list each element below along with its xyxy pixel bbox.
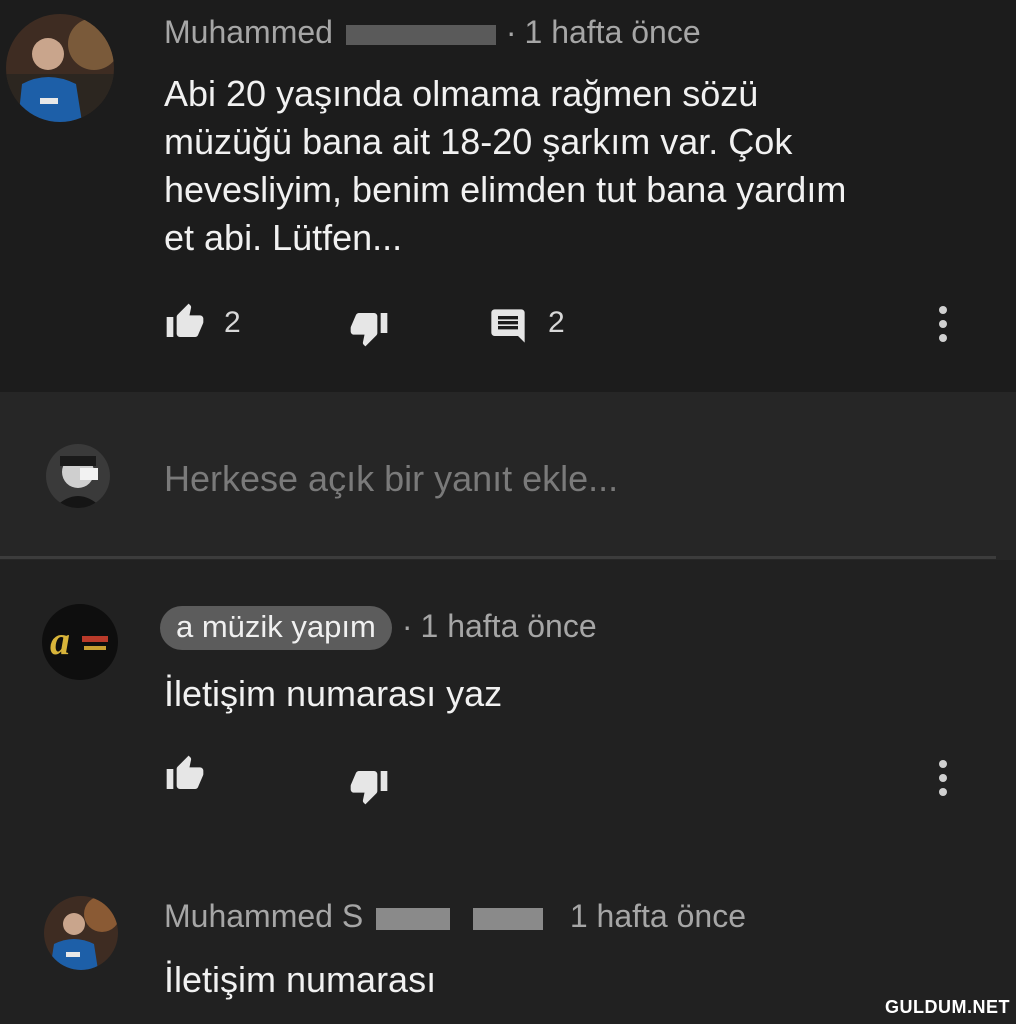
thumbs-down-icon: [350, 313, 388, 347]
thumbs-up-icon: [166, 755, 204, 789]
comment-meta: Muhammed · 1 hafta önce: [164, 14, 701, 51]
redacted-name: [472, 907, 543, 930]
section-divider: [0, 556, 996, 559]
comment-text-line: Abi 20 yaşında olmama rağmen sözü: [164, 73, 759, 114]
comment-author-name[interactable]: Muhammed: [164, 14, 333, 50]
comment-text-line: et abi. Lütfen...: [164, 217, 403, 258]
reply-author-avatar[interactable]: a: [42, 604, 118, 680]
meta-separator-dot: ·: [401, 608, 413, 644]
channel-logo-icon: a: [42, 604, 118, 680]
thumbs-down-icon: [350, 771, 388, 805]
reply-text: İletişim numarası yaz: [164, 673, 503, 714]
meta-separator-dot: ·: [505, 14, 517, 50]
meta-separator-dot: [553, 898, 562, 934]
dislike-button[interactable]: [346, 308, 394, 352]
redacted-name: [345, 24, 496, 45]
reply-input[interactable]: Herkese açık bir yanıt ekle...: [164, 458, 618, 500]
comment-time[interactable]: 1 hafta önce: [525, 14, 701, 50]
redacted-name: [376, 907, 451, 930]
reply-text: İletişim numarası: [164, 959, 437, 1000]
like-count: 2: [224, 306, 241, 339]
dislike-button[interactable]: [346, 766, 394, 810]
avatar-image: [6, 14, 114, 122]
comment-more-button[interactable]: [936, 306, 950, 350]
avatar-image: [46, 444, 110, 508]
thumbs-up-icon: [166, 303, 204, 337]
comment-icon: [491, 309, 525, 343]
comment-text: Abi 20 yaşında olmama rağmen sözü müzüğü…: [164, 70, 846, 262]
svg-text:a: a: [50, 618, 70, 663]
more-vert-icon: [936, 760, 950, 796]
reply-more-button[interactable]: [936, 760, 950, 804]
reply-time[interactable]: 1 hafta önce: [421, 608, 597, 644]
reply-meta: a müzik yapım · 1 hafta önce: [160, 606, 597, 650]
reply-author-chip[interactable]: a müzik yapım: [160, 606, 392, 650]
more-vert-icon: [936, 306, 950, 342]
reply-author-avatar[interactable]: [44, 896, 118, 970]
like-button[interactable]: [162, 754, 210, 798]
reply-count-button[interactable]: [486, 306, 534, 350]
reply-count: 2: [548, 306, 565, 339]
comment-text-line: hevesliyim, benim elimden tut bana yardı…: [164, 169, 847, 210]
reply-time[interactable]: 1 hafta önce: [570, 898, 746, 934]
comment-text-line: müzüğü bana ait 18-20 şarkım var. Çok: [164, 121, 793, 162]
comment-author-avatar[interactable]: [6, 14, 114, 122]
reply-author-name[interactable]: Muhammed S: [164, 898, 363, 934]
current-user-avatar: [46, 444, 110, 508]
like-button[interactable]: [162, 302, 210, 346]
avatar-image: [44, 896, 118, 970]
watermark: GULDUM.NET: [885, 997, 1010, 1017]
reply-meta: Muhammed S 1 hafta önce: [164, 898, 746, 935]
